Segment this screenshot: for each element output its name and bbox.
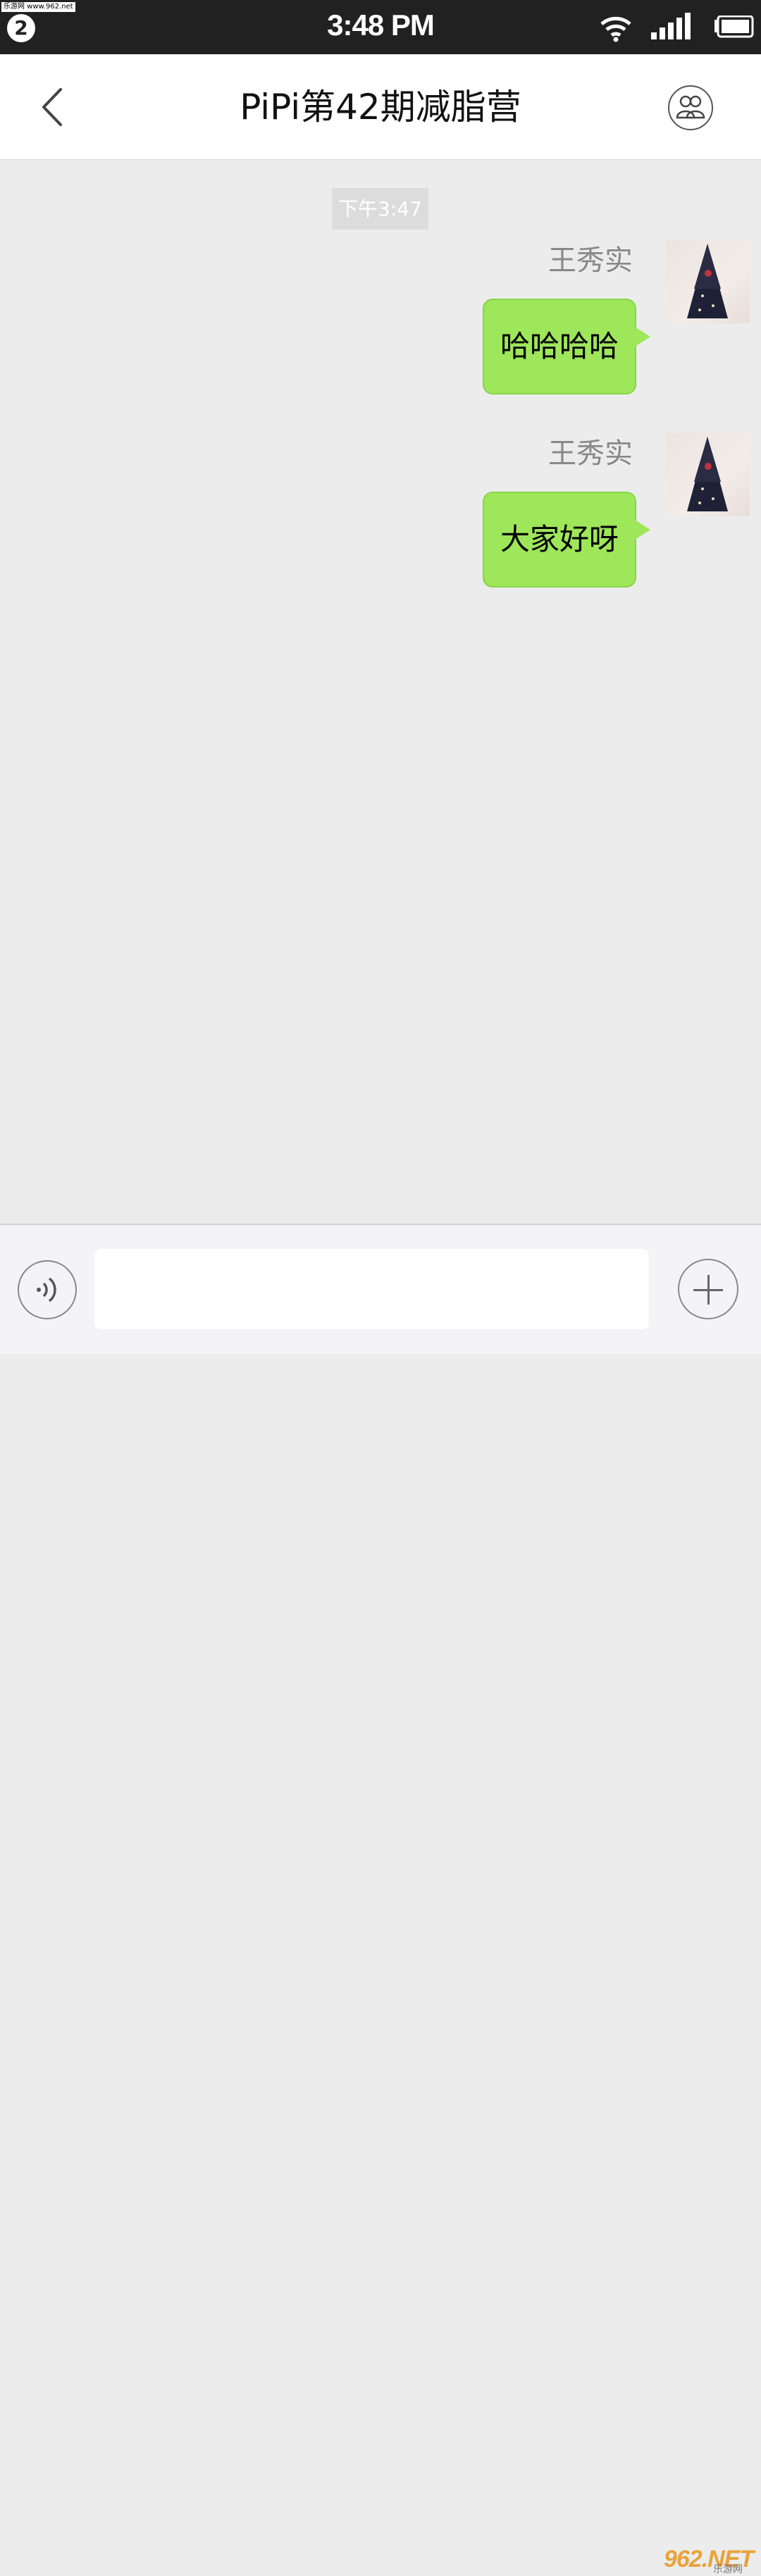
message-item: 王秀实 大家好呀 (0, 433, 761, 616)
chat-header: PiPi第42期减脂营 (0, 54, 761, 160)
watermark-sub: 乐游网 (713, 2563, 743, 2575)
more-options-button[interactable] (678, 1259, 738, 1319)
input-bar: 962.NET 乐游网 (0, 1224, 761, 2575)
message-input[interactable] (94, 1249, 649, 1329)
message-bubble[interactable]: 大家好呀 (482, 492, 651, 587)
battery-icon (714, 15, 754, 38)
message-list[interactable]: 下午3:47 王秀实 哈哈哈哈 王秀实 大家好呀 (0, 160, 761, 1224)
watermark-logo: 962.NET 乐游网 (664, 2546, 758, 2575)
signal-icon (651, 13, 691, 39)
voice-input-icon (37, 1277, 56, 1302)
message-item: 王秀实 哈哈哈哈 (0, 239, 761, 423)
christmas-tree-image (687, 244, 728, 318)
christmas-tree-image (687, 437, 728, 511)
group-members-icon (676, 95, 705, 119)
page-title: PiPi第42期减脂营 (240, 87, 521, 127)
group-members-button[interactable] (668, 85, 713, 130)
status-bar: 乐游网 www.962.net 2 3:48 PM (0, 0, 761, 54)
avatar[interactable] (666, 239, 750, 323)
sender-name: 王秀实 (548, 437, 633, 470)
message-timestamp: 下午3:47 (332, 188, 428, 230)
status-time: 3:48 PM (327, 8, 435, 42)
message-bubble[interactable]: 哈哈哈哈 (482, 299, 651, 394)
sender-name: 王秀实 (548, 244, 633, 277)
voice-input-button[interactable] (18, 1260, 77, 1319)
wifi-icon (600, 16, 631, 42)
avatar[interactable] (666, 433, 750, 516)
